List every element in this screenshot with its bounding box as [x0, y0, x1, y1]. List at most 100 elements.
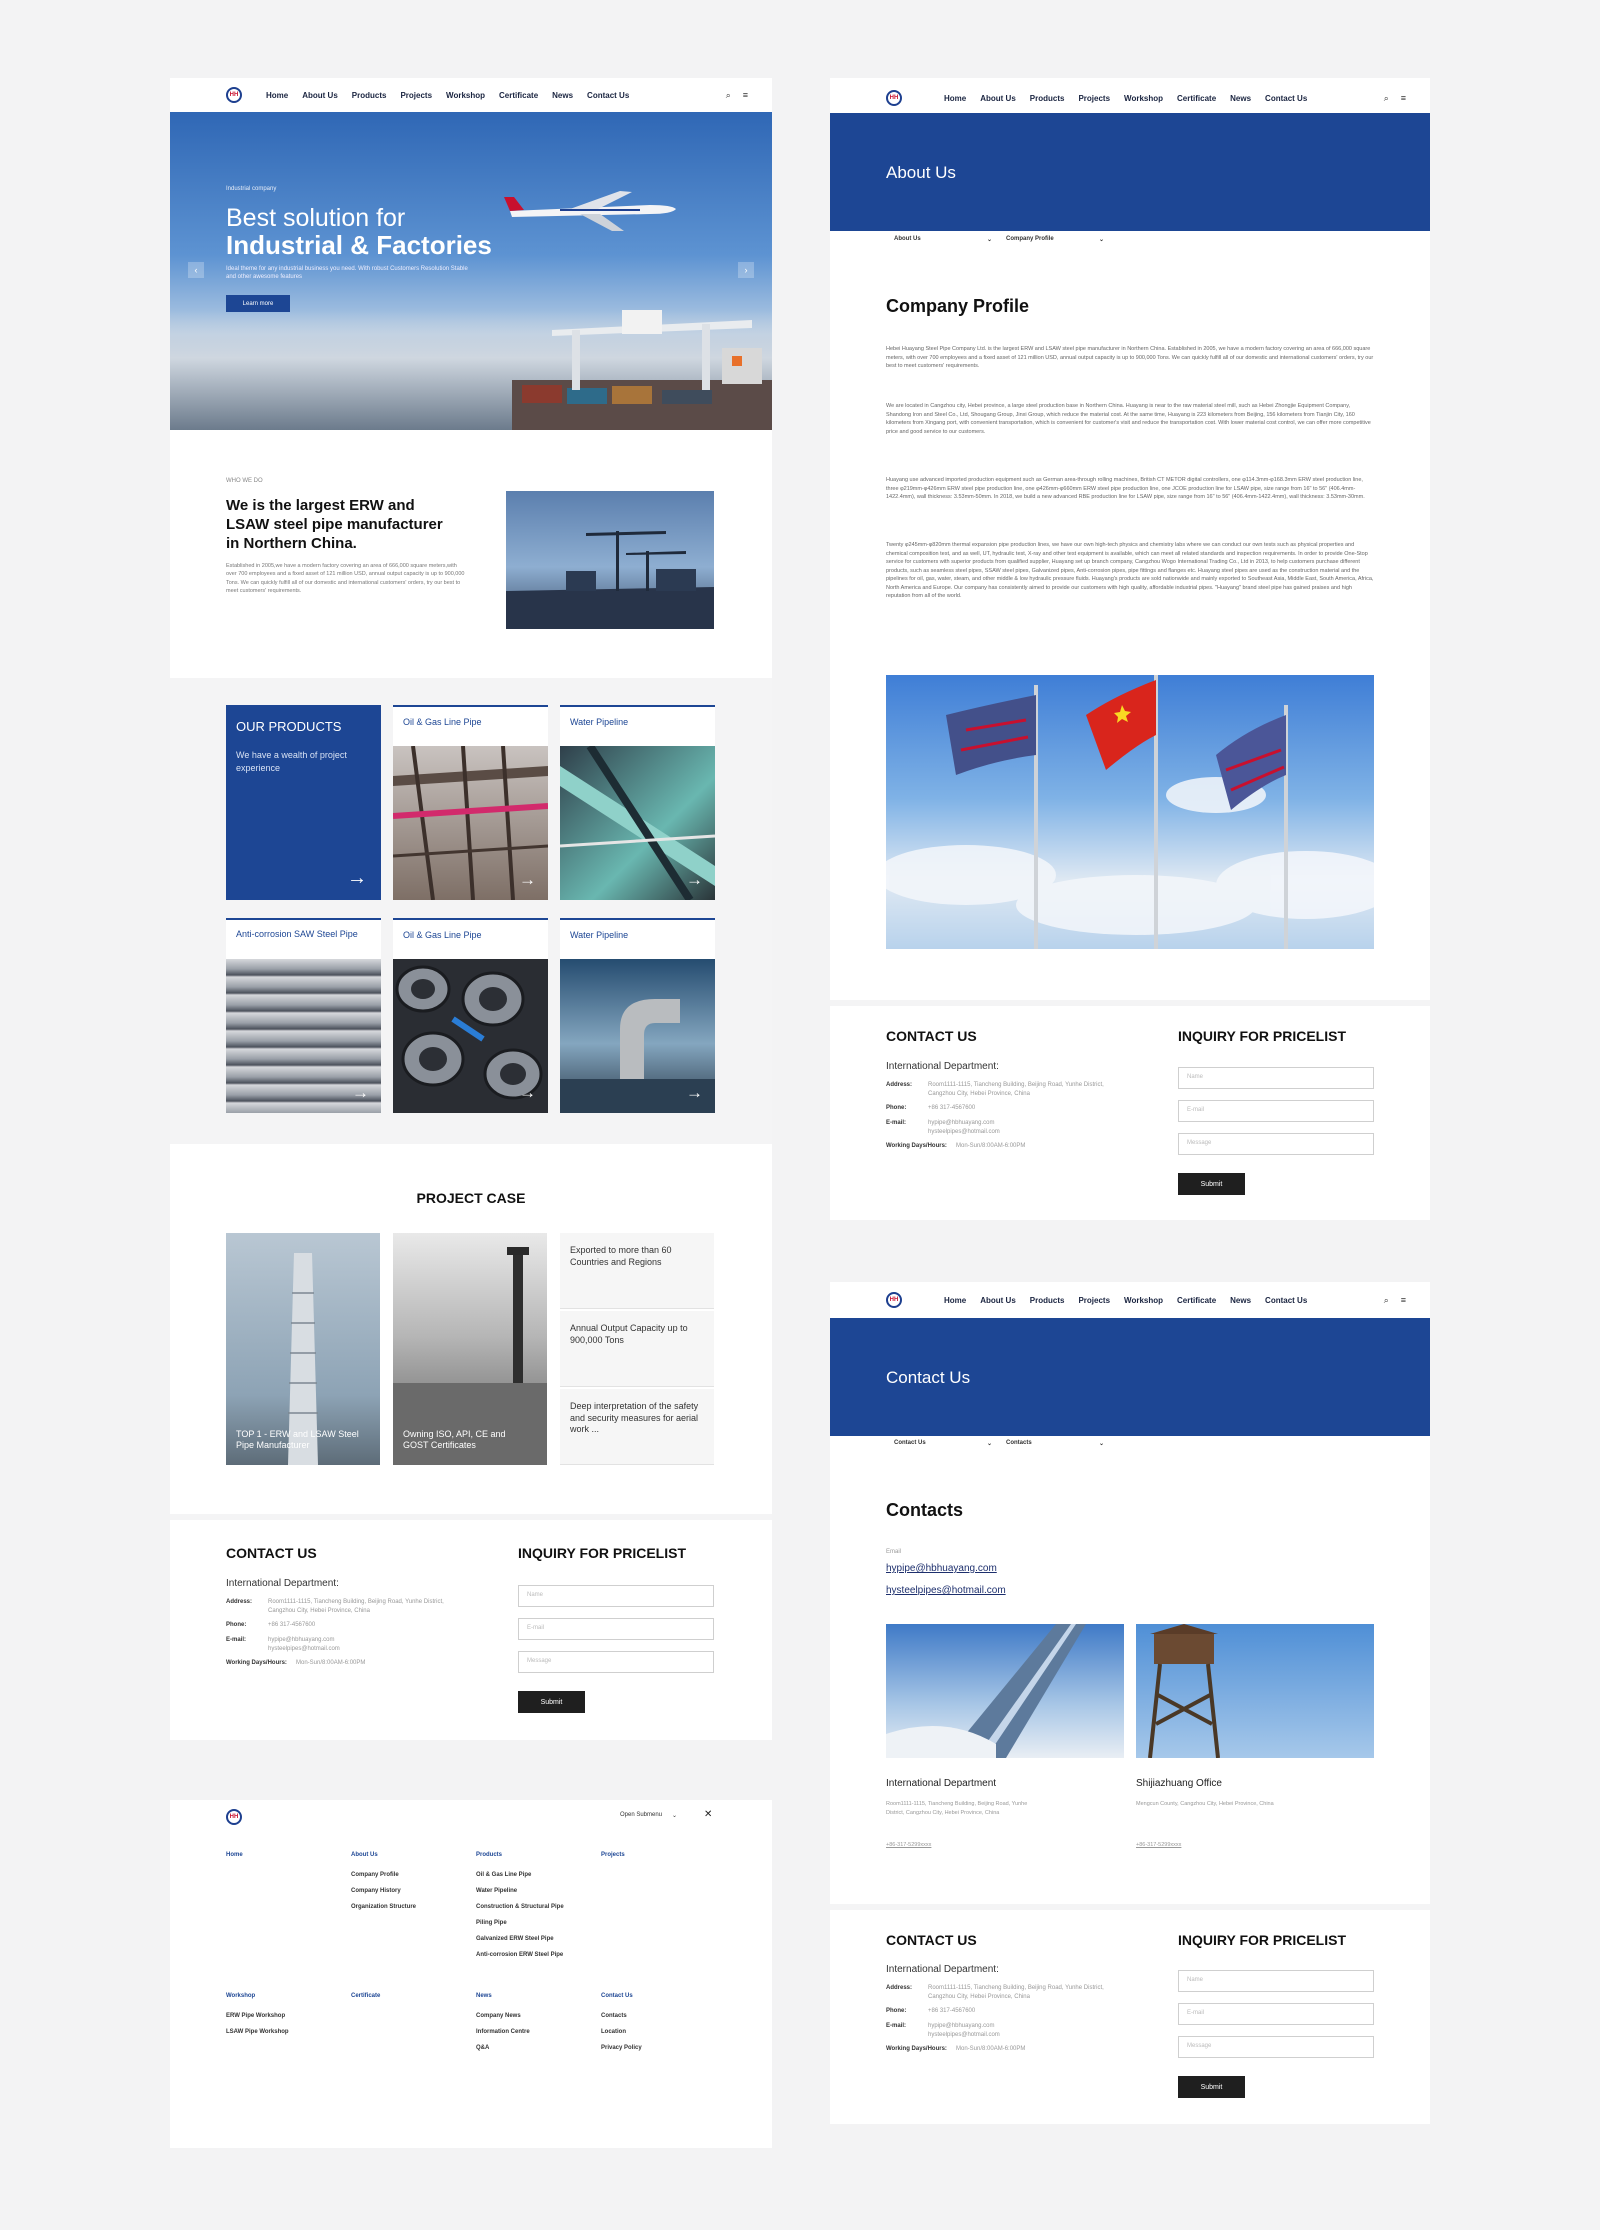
nav-item-news[interactable]: News	[552, 91, 573, 100]
hamburger-icon[interactable]: ≡	[1401, 1295, 1406, 1306]
menu-item[interactable]: LSAW Pipe Workshop	[226, 2029, 289, 2035]
message-input[interactable]: Message	[518, 1651, 714, 1673]
logo[interactable]: HH	[886, 1292, 902, 1308]
breadcrumb-dropdown[interactable]: Contact Us ⌄	[894, 1440, 1006, 1447]
open-submenu-toggle[interactable]: Open Submenu ⌄	[620, 1812, 677, 1819]
menu-col-projects[interactable]: Projects	[601, 1852, 625, 1858]
logo[interactable]: HH	[886, 90, 902, 106]
nav-item-news[interactable]: News	[1230, 1296, 1251, 1305]
search-icon[interactable]: ⌕	[1384, 1295, 1389, 1306]
hero-next-arrow[interactable]: ›	[738, 262, 754, 278]
nav-item-products[interactable]: Products	[1030, 94, 1065, 103]
email-input[interactable]: E-mail	[1178, 1100, 1374, 1122]
arrow-right-icon[interactable]: →	[347, 867, 367, 890]
email-value[interactable]: hysteelpipes@hotmail.com	[928, 1129, 1000, 1135]
email-link[interactable]: hysteelpipes@hotmail.com	[886, 1585, 1006, 1596]
nav-item-contact[interactable]: Contact Us	[587, 91, 629, 100]
product-tile[interactable]: Water Pipeline →	[560, 918, 715, 1113]
hamburger-icon[interactable]: ≡	[1401, 93, 1406, 104]
email-value[interactable]: hypipe@hbhuayang.com	[928, 1120, 994, 1126]
nav-item-workshop[interactable]: Workshop	[1124, 94, 1163, 103]
menu-item[interactable]: Galvanized ERW Steel Pipe	[476, 1936, 564, 1942]
search-icon[interactable]: ⌕	[1384, 93, 1389, 104]
hero-prev-arrow[interactable]: ‹	[188, 262, 204, 278]
product-tile[interactable]: Water Pipeline →	[559, 705, 716, 903]
product-tile[interactable]: Oil & Gas Line Pipe →	[393, 918, 548, 1113]
menu-col-certificate[interactable]: Certificate	[351, 1993, 380, 1999]
email-input[interactable]: E-mail	[1178, 2003, 1374, 2025]
name-input[interactable]: Name	[1178, 1067, 1374, 1089]
nav-item-contact[interactable]: Contact Us	[1265, 1296, 1307, 1305]
arrow-right-icon[interactable]: →	[519, 870, 536, 890]
nav-item-products[interactable]: Products	[1030, 1296, 1065, 1305]
email-input[interactable]: E-mail	[518, 1618, 714, 1640]
menu-item[interactable]: Anti-corrosion ERW Steel Pipe	[476, 1952, 564, 1958]
arrow-right-icon[interactable]: →	[686, 1083, 703, 1103]
menu-item[interactable]: Location	[601, 2029, 642, 2035]
menu-item[interactable]: Q&A	[476, 2045, 530, 2051]
close-icon[interactable]: ✕	[704, 1809, 712, 1820]
name-input[interactable]: Name	[1178, 1970, 1374, 1992]
nav-item-workshop[interactable]: Workshop	[446, 91, 485, 100]
submit-button[interactable]: Submit	[1178, 2076, 1245, 2098]
project-stat[interactable]: Deep interpretation of the safety and se…	[560, 1389, 714, 1465]
menu-col-home[interactable]: Home	[226, 1852, 243, 1858]
email-value[interactable]: hysteelpipes@hotmail.com	[268, 1646, 340, 1652]
office-phone[interactable]: +86-317-5299xxxx	[886, 1842, 931, 1848]
project-case-card[interactable]: TOP 1 - ERW and LSAW Steel Pipe Manufact…	[226, 1233, 380, 1465]
menu-item[interactable]: Water Pipeline	[476, 1888, 564, 1894]
nav-item-home[interactable]: Home	[944, 94, 966, 103]
nav-item-projects[interactable]: Projects	[400, 91, 432, 100]
search-icon[interactable]: ⌕	[726, 90, 731, 101]
nav-item-certificate[interactable]: Certificate	[1177, 94, 1216, 103]
menu-item[interactable]: Oil & Gas Line Pipe	[476, 1872, 564, 1878]
office-phone[interactable]: +86-317-5299xxxx	[1136, 1842, 1181, 1848]
menu-item[interactable]: Contacts	[601, 2013, 642, 2019]
learn-more-button[interactable]: Learn more	[226, 295, 290, 312]
arrow-right-icon[interactable]: →	[686, 870, 703, 890]
menu-item[interactable]: Company News	[476, 2013, 530, 2019]
product-tile[interactable]: Oil & Gas Line Pipe →	[392, 705, 549, 901]
project-case-card[interactable]: Owning ISO, API, CE and GOST Certificate…	[393, 1233, 547, 1465]
nav-item-projects[interactable]: Projects	[1078, 1296, 1110, 1305]
nav-item-certificate[interactable]: Certificate	[1177, 1296, 1216, 1305]
nav-item-home[interactable]: Home	[944, 1296, 966, 1305]
menu-item[interactable]: Piling Pipe	[476, 1920, 564, 1926]
name-input[interactable]: Name	[518, 1585, 714, 1607]
menu-item[interactable]: Company History	[351, 1888, 416, 1894]
menu-item[interactable]: Information Centre	[476, 2029, 530, 2035]
submit-button[interactable]: Submit	[518, 1691, 585, 1713]
email-value[interactable]: hypipe@hbhuayang.com	[928, 2023, 994, 2029]
nav-item-news[interactable]: News	[1230, 94, 1251, 103]
email-value[interactable]: hypipe@hbhuayang.com	[268, 1637, 334, 1643]
nav-item-about[interactable]: About Us	[980, 94, 1016, 103]
menu-col-workshop[interactable]: Workshop	[226, 1993, 289, 1999]
menu-col-products[interactable]: Products	[476, 1852, 564, 1858]
nav-item-products[interactable]: Products	[352, 91, 387, 100]
message-input[interactable]: Message	[1178, 1133, 1374, 1155]
menu-col-about[interactable]: About Us	[351, 1852, 416, 1858]
menu-item[interactable]: ERW Pipe Workshop	[226, 2013, 289, 2019]
menu-col-news[interactable]: News	[476, 1993, 530, 1999]
menu-item[interactable]: Construction & Structural Pipe	[476, 1904, 564, 1910]
logo[interactable]: HH	[226, 1809, 242, 1825]
arrow-right-icon[interactable]: →	[519, 1083, 536, 1103]
breadcrumb-dropdown[interactable]: About Us ⌄	[894, 236, 1006, 243]
arrow-right-icon[interactable]: →	[352, 1083, 369, 1103]
nav-item-about[interactable]: About Us	[980, 1296, 1016, 1305]
menu-item[interactable]: Company Profile	[351, 1872, 416, 1878]
nav-item-home[interactable]: Home	[266, 91, 288, 100]
menu-col-contact[interactable]: Contact Us	[601, 1993, 642, 1999]
email-link[interactable]: hypipe@hbhuayang.com	[886, 1563, 997, 1574]
breadcrumb-dropdown[interactable]: Contacts ⌄	[1006, 1440, 1118, 1447]
menu-item[interactable]: Privacy Policy	[601, 2045, 642, 2051]
nav-item-contact[interactable]: Contact Us	[1265, 94, 1307, 103]
submit-button[interactable]: Submit	[1178, 1173, 1245, 1195]
nav-item-certificate[interactable]: Certificate	[499, 91, 538, 100]
nav-item-about[interactable]: About Us	[302, 91, 338, 100]
product-tile[interactable]: Anti-corrosion SAW Steel Pipe →	[226, 918, 381, 1113]
email-value[interactable]: hysteelpipes@hotmail.com	[928, 2032, 1000, 2038]
nav-item-workshop[interactable]: Workshop	[1124, 1296, 1163, 1305]
breadcrumb-dropdown[interactable]: Company Profile ⌄	[1006, 236, 1118, 243]
logo[interactable]: HH	[226, 87, 242, 103]
